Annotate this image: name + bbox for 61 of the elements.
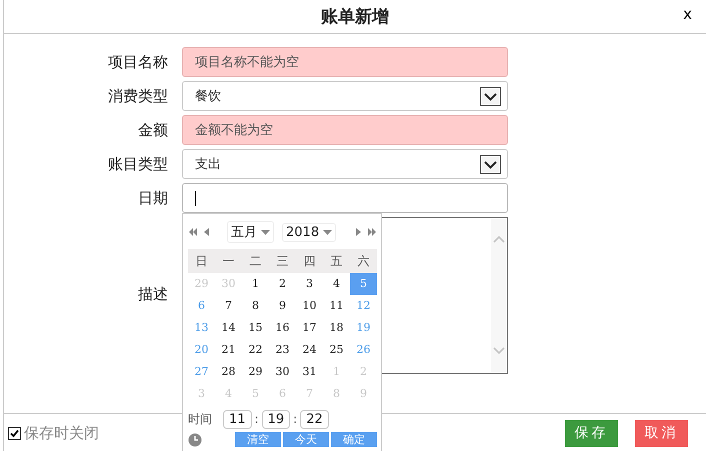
- year-select[interactable]: 2018: [282, 222, 336, 242]
- caret-icon: [261, 230, 270, 234]
- field-label: 消费类型: [107, 86, 168, 107]
- checkbox-label: 保存时关闭: [24, 424, 99, 442]
- calendar-day[interactable]: 29: [242, 361, 269, 383]
- save-button[interactable]: 保存: [565, 420, 618, 446]
- time-field[interactable]: 11: [223, 410, 252, 428]
- select-field[interactable]: 支出: [182, 149, 508, 179]
- calendar-day[interactable]: 1: [242, 273, 269, 295]
- calendar-day[interactable]: 16: [269, 317, 296, 339]
- calendar-day[interactable]: 8: [242, 295, 269, 317]
- field-label: 描述: [137, 284, 168, 305]
- calendar-day[interactable]: 10: [296, 295, 323, 317]
- time-field[interactable]: 22: [300, 410, 329, 428]
- weekday-label: 四: [302, 252, 316, 270]
- weekday-label: 六: [356, 252, 370, 270]
- weekday-label: 二: [248, 252, 262, 270]
- next-year-icon[interactable]: [367, 227, 377, 237]
- next-month-icon[interactable]: [354, 227, 363, 237]
- date-field[interactable]: [182, 183, 508, 213]
- calendar-day[interactable]: 24: [296, 339, 323, 361]
- weekday-label: 三: [276, 252, 290, 270]
- calendar-day[interactable]: 25: [323, 339, 350, 361]
- calendar-day[interactable]: 15: [242, 317, 269, 339]
- input-field[interactable]: 项目名称不能为空: [182, 47, 508, 77]
- calendar-day[interactable]: 22: [242, 339, 269, 361]
- calendar-day[interactable]: 4: [323, 273, 350, 295]
- calendar-day[interactable]: 28: [215, 361, 242, 383]
- select-field[interactable]: 餐饮: [182, 81, 508, 111]
- field-label: 日期: [137, 188, 168, 209]
- weekday-label: 一: [222, 252, 236, 270]
- calendar-day[interactable]: 14: [215, 317, 242, 339]
- field-label: 金额: [137, 120, 168, 141]
- calendar-day[interactable]: 30: [269, 361, 296, 383]
- time-separator: :: [293, 412, 298, 426]
- close-button[interactable]: x: [681, 5, 694, 23]
- weekday-label: 日: [194, 252, 208, 270]
- time-separator: :: [254, 412, 259, 426]
- calendar-day[interactable]: 17: [296, 317, 323, 339]
- input-field[interactable]: 金额不能为空: [182, 115, 508, 145]
- calendar-day[interactable]: 31: [296, 361, 323, 383]
- calendar-day[interactable]: 2: [269, 273, 296, 295]
- field-label: 账目类型: [107, 154, 168, 175]
- calendar-day[interactable]: 3: [296, 273, 323, 295]
- clock-icon[interactable]: [188, 432, 202, 446]
- field-label: 项目名称: [107, 52, 168, 73]
- calendar-day[interactable]: 18: [323, 317, 350, 339]
- month-select[interactable]: 五月: [227, 221, 274, 243]
- caret-icon: [323, 230, 332, 234]
- checkbox[interactable]: [8, 426, 21, 440]
- time-field[interactable]: 19: [262, 410, 290, 428]
- dialog-title: 账单新增: [321, 6, 389, 28]
- calendar-day[interactable]: 21: [215, 339, 242, 361]
- calendar-day[interactable]: 23: [269, 339, 296, 361]
- calendar-day[interactable]: 7: [215, 295, 242, 317]
- previous-month-icon[interactable]: [202, 227, 211, 237]
- calendar-day[interactable]: 9: [269, 295, 296, 317]
- calendar-day[interactable]: 11: [323, 295, 350, 317]
- weekday-label: 五: [330, 252, 344, 270]
- previous-year-icon[interactable]: [188, 227, 198, 237]
- time-label: 时间: [188, 410, 212, 428]
